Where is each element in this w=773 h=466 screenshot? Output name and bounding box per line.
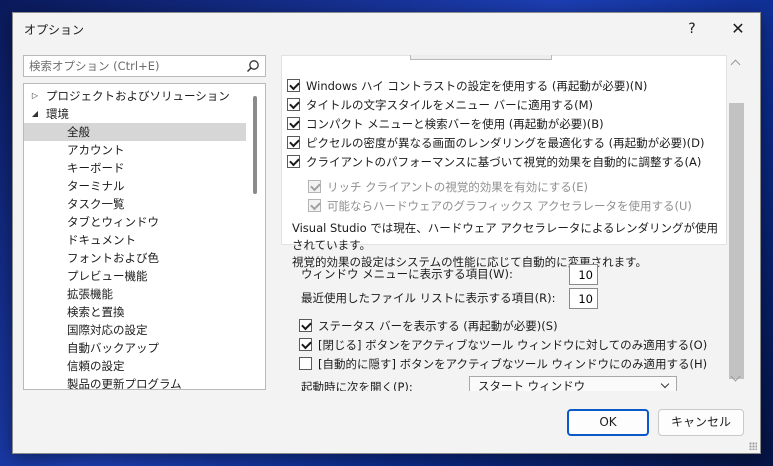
options-tree: ▷ プロジェクトおよびソリューション ◢ 環境全般アカウントキーボードターミナルタスク…	[23, 83, 266, 390]
tree-item-label: タスク一覧	[67, 197, 125, 211]
startup-row: 起動時に次を開く(P): スタート ウィンドウ	[301, 376, 677, 391]
checkbox-checked-icon[interactable]	[287, 136, 300, 149]
checkbox-checked-icon[interactable]	[299, 319, 312, 332]
window-option-checkbox-label: ステータス バーを表示する (再起動が必要)(S)	[318, 319, 558, 333]
window-menu-label: ウィンドウ メニューに表示する項目(W):	[301, 267, 513, 281]
visual-option-checkbox-label: 可能ならハードウェアのグラフィックス アクセラレータを使用する(U)	[327, 199, 692, 213]
tree-item-label: 拡張機能	[67, 287, 113, 301]
help-button[interactable]: ?	[677, 17, 707, 41]
visual-experience-group: Windows ハイ コントラストの設定を使用する (再起動が必要)(N) タイト…	[281, 55, 727, 269]
tree-item-label: 製品の更新プログラム	[67, 377, 182, 390]
tree-item[interactable]: プレビュー機能	[24, 267, 246, 285]
tree-item-label: 自動バックアップ	[67, 341, 159, 355]
tree-item[interactable]: 国際対応の設定	[24, 321, 246, 339]
cancel-button[interactable]: キャンセル	[658, 409, 744, 436]
tree-item-label: 全般	[67, 125, 90, 139]
visual-option-checkbox-label: クライアントのパフォーマンスに基づいて視覚的効果を自動的に調整する(A)	[306, 155, 702, 169]
search-input[interactable]	[24, 56, 244, 76]
group-header-edge	[410, 55, 552, 60]
tree-item-label: プロジェクトおよびソリューション	[46, 89, 230, 103]
options-dialog: オプション ? ✕ ▷ プロジェクトおよびソリューション ◢ 環境全般アカウントキーボ…	[12, 12, 761, 454]
recent-files-label: 最近使用したファイル リストに表示する項目(R):	[301, 291, 556, 305]
tree-item-label: ターミナル	[67, 179, 125, 193]
ok-button[interactable]: OK	[567, 409, 649, 436]
tree-item-label: 環境	[46, 107, 69, 121]
expand-arrow-icon[interactable]: ▷	[30, 87, 40, 105]
tree-item-label: 国際対応の設定	[67, 323, 148, 337]
checkbox-checked-icon[interactable]	[308, 199, 321, 212]
settings-scrollbar-thumb[interactable]	[729, 103, 744, 379]
tree-item[interactable]: 拡張機能	[24, 285, 246, 303]
tree-item-label: キーボード	[67, 161, 125, 175]
scroll-up-icon[interactable]	[730, 59, 741, 70]
tree-item-label: 信頼の設定	[67, 359, 125, 373]
rendering-note-line1: Visual Studio では現在、ハードウェア アクセラレータによるレンダリ…	[292, 221, 719, 252]
window-option-checkbox-label: [閉じる] ボタンをアクティブなツール ウィンドウに対してのみ適用する(O)	[318, 338, 708, 352]
startup-select-value: スタート ウィンドウ	[478, 379, 586, 391]
resize-grip-icon[interactable]	[749, 442, 757, 450]
tree-item-label: アカウント	[67, 143, 125, 157]
visual-option-checkbox-label: ピクセルの密度が異なる画面のレンダリングを最適化する (再起動が必要)(D)	[306, 136, 705, 150]
tree-item[interactable]: 全般	[24, 123, 246, 141]
visual-option-checkbox-label: コンパクト メニューと検索バーを使用 (再起動が必要)(B)	[306, 117, 604, 131]
window-menu-row: ウィンドウ メニューに表示する項目(W):	[301, 263, 513, 285]
recent-files-row: 最近使用したファイル リストに表示する項目(R):	[301, 287, 556, 309]
visual-option-checkbox-label: リッチ クライアントの視覚的効果を有効にする(E)	[327, 180, 589, 194]
chevron-down-icon	[660, 379, 670, 389]
search-box	[23, 55, 266, 77]
tree-item-label: プレビュー機能	[67, 269, 148, 283]
checkbox-checked-icon[interactable]	[287, 117, 300, 130]
tree-item[interactable]: 製品の更新プログラム	[24, 375, 246, 390]
window-option-checkbox-label: [自動的に隠す] ボタンをアクティブなツール ウィンドウにのみ適用する(H)	[318, 357, 708, 371]
tree-item[interactable]: タスク一覧	[24, 195, 246, 213]
tree-item-label: フォントおよび色	[67, 251, 159, 265]
checkbox-checked-icon[interactable]	[287, 155, 300, 168]
tree-item[interactable]: タブとウィンドウ	[24, 213, 246, 231]
startup-select[interactable]: スタート ウィンドウ	[469, 376, 677, 391]
collapse-arrow-icon[interactable]: ◢	[30, 105, 40, 123]
checkbox-unchecked-icon[interactable]	[299, 357, 312, 370]
dialog-title: オプション	[24, 23, 85, 37]
tree-item[interactable]: 検索と置換	[24, 303, 246, 321]
tree-item[interactable]: アカウント	[24, 141, 246, 159]
checkbox-checked-icon[interactable]	[299, 338, 312, 351]
tree-item[interactable]: ▷ プロジェクトおよびソリューション	[24, 87, 246, 105]
search-icon[interactable]	[246, 59, 260, 73]
tree-item[interactable]: 自動バックアップ	[24, 339, 246, 357]
checkbox-checked-icon[interactable]	[287, 98, 300, 111]
tree-item[interactable]: キーボード	[24, 159, 246, 177]
tree-item[interactable]: ◢ 環境	[24, 105, 246, 123]
tree-item-label: ドキュメント	[67, 233, 136, 247]
checkbox-checked-icon[interactable]	[308, 180, 321, 193]
tree-item[interactable]: ドキュメント	[24, 231, 246, 249]
title-bar: オプション ? ✕	[13, 13, 760, 45]
visual-option-checkbox-label: タイトルの文字スタイルをメニュー バーに適用する(M)	[306, 98, 594, 112]
settings-panel: Windows ハイ コントラストの設定を使用する (再起動が必要)(N) タイト…	[281, 55, 747, 391]
tree-item-label: 検索と置換	[67, 305, 125, 319]
recent-files-count-input[interactable]	[569, 288, 598, 309]
window-menu-count-input[interactable]	[569, 264, 598, 285]
tree-item-label: タブとウィンドウ	[67, 215, 159, 229]
visual-option-checkbox-label: Windows ハイ コントラストの設定を使用する (再起動が必要)(N)	[306, 79, 648, 93]
startup-label: 起動時に次を開く(P):	[301, 380, 413, 391]
settings-scrollbar[interactable]	[729, 57, 744, 387]
checkbox-checked-icon[interactable]	[287, 79, 300, 92]
tree-item[interactable]: ターミナル	[24, 177, 246, 195]
tree-scrollbar-thumb[interactable]	[253, 96, 257, 194]
tree-item[interactable]: フォントおよび色	[24, 249, 246, 267]
tree-item[interactable]: 信頼の設定	[24, 357, 246, 375]
close-button[interactable]: ✕	[723, 17, 753, 41]
